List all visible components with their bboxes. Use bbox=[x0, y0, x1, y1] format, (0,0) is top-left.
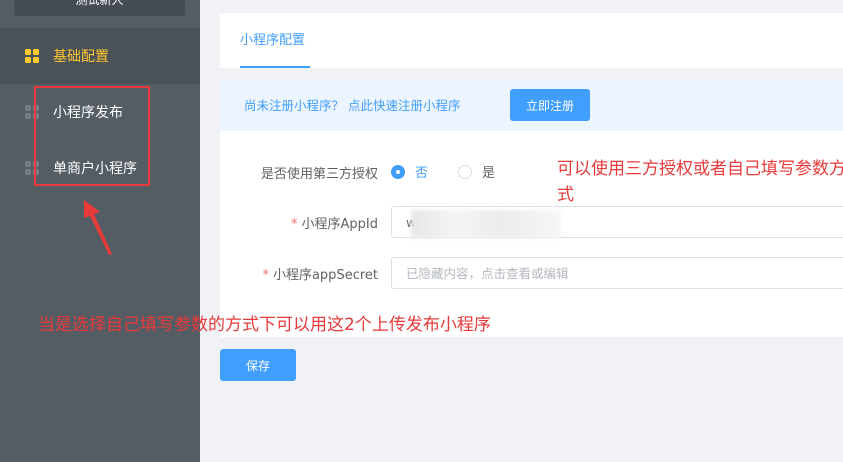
grid-icon bbox=[25, 49, 39, 63]
required-mark: * bbox=[291, 217, 298, 232]
register-notice: 尚未注册小程序？ 点此快速注册小程序 立即注册 bbox=[220, 80, 843, 131]
appsecret-input[interactable] bbox=[391, 257, 843, 289]
appid-label: * 小程序AppId bbox=[291, 213, 378, 232]
annotation-right-note: 可以使用三方授权或者自己填写参数方式 bbox=[557, 159, 843, 205]
sidebar-item-basic-config[interactable]: 基础配置 bbox=[0, 28, 200, 84]
sidebar-item-label: 基础配置 bbox=[53, 49, 109, 65]
annotation-bottom-note: 当是选择自己填写参数的方式下可以用这2个上传发布小程序 bbox=[38, 315, 491, 335]
required-mark: * bbox=[262, 268, 269, 283]
auth-radio-yes[interactable]: 是 bbox=[458, 162, 495, 181]
tab-miniprogram-config[interactable]: 小程序配置 bbox=[240, 13, 305, 68]
secret-label: * 小程序appSecret bbox=[262, 264, 378, 283]
tab-active-indicator bbox=[240, 66, 310, 68]
auth-radio-no[interactable]: 否 bbox=[391, 162, 428, 181]
appid-label-text: 小程序AppId bbox=[301, 217, 378, 232]
register-link[interactable]: 尚未注册小程序？ 点此快速注册小程序 bbox=[244, 80, 460, 131]
save-button[interactable]: 保存 bbox=[220, 349, 296, 381]
annotation-arrow-icon bbox=[84, 200, 112, 255]
register-now-button[interactable]: 立即注册 bbox=[510, 89, 590, 121]
radio-label-no: 否 bbox=[415, 166, 429, 181]
secret-label-text: 小程序appSecret bbox=[272, 268, 378, 283]
top-menu-button[interactable]: 测试新人 bbox=[14, 0, 185, 16]
radio-checked-icon bbox=[391, 164, 405, 179]
radio-unchecked-icon bbox=[458, 164, 472, 179]
redacted-appid-blur bbox=[411, 210, 561, 238]
tab-bar: 小程序配置 bbox=[220, 13, 843, 68]
auth-label: 是否使用第三方授权 bbox=[260, 167, 378, 182]
radio-label-yes: 是 bbox=[482, 166, 496, 181]
annotation-highlight-box bbox=[34, 86, 150, 186]
